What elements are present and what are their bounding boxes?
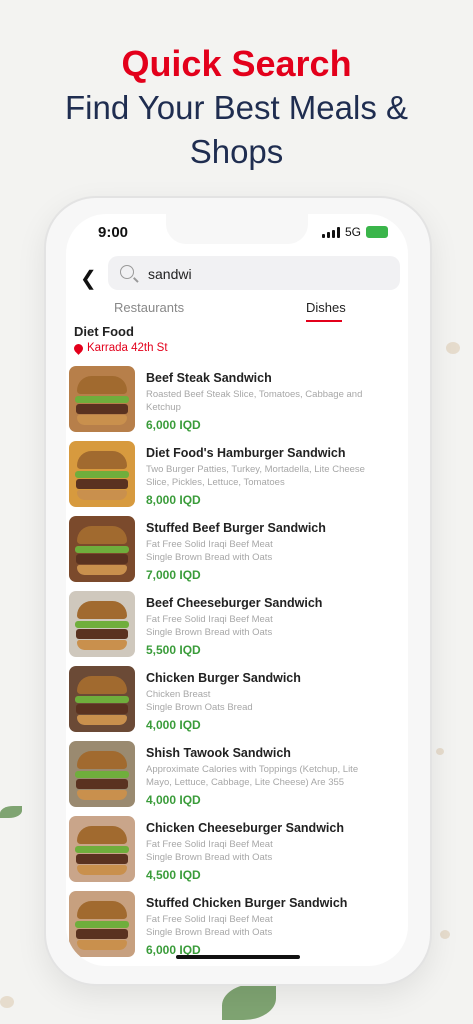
dish-description: Fat Free Solid Iraqi Beef Meat Single Bro… — [146, 614, 273, 638]
restaurant-location: Karrada 42th St — [72, 341, 168, 355]
dish-description: Two Burger Patties, Turkey, Mortadella, … — [146, 464, 365, 488]
home-indicator[interactable] — [176, 955, 300, 959]
headline-accent: Quick Search — [121, 43, 352, 84]
search-icon — [120, 265, 134, 279]
dish-price: 4,500 IQD — [146, 868, 201, 882]
dish-item[interactable]: Beef Cheeseburger Sandwich Fat Free Solid… — [66, 589, 408, 664]
dish-description: Fat Free Solid Iraqi Beef Meat Single Bro… — [146, 839, 273, 863]
dish-name: Stuffed Chicken Burger Sandwich — [146, 896, 348, 910]
dish-item[interactable]: Diet Food's Hamburger Sandwich Two Burger… — [66, 439, 408, 514]
dish-price: 7,000 IQD — [146, 568, 201, 582]
dish-name: Chicken Burger Sandwich — [146, 671, 301, 685]
dish-price: 8,000 IQD — [146, 493, 201, 507]
dish-item[interactable]: Stuffed Chicken Burger Sandwich Fat Free … — [66, 889, 408, 964]
back-icon[interactable]: ❮ — [80, 266, 97, 291]
dish-name: Chicken Cheeseburger Sandwich — [146, 821, 344, 835]
dish-name: Stuffed Beef Burger Sandwich — [146, 521, 326, 535]
decor-crumb — [446, 342, 460, 354]
dish-name: Shish Tawook Sandwich — [146, 746, 291, 760]
dish-image — [69, 441, 135, 507]
dish-item[interactable]: Chicken Cheeseburger Sandwich Fat Free So… — [66, 814, 408, 889]
headline-line-2: Shops — [189, 133, 284, 170]
dish-name: Diet Food's Hamburger Sandwich — [146, 446, 346, 460]
phone-screen: 9:00 5G ❮ Restaurants Dishes Diet Food K… — [66, 214, 408, 966]
dish-image — [69, 591, 135, 657]
dish-description: Fat Free Solid Iraqi Beef Meat Single Bro… — [146, 539, 273, 563]
dish-name: Beef Cheeseburger Sandwich — [146, 596, 323, 610]
search-input[interactable] — [146, 256, 390, 292]
dish-item[interactable]: Shish Tawook Sandwich Approximate Calorie… — [66, 739, 408, 814]
dish-image — [69, 891, 135, 957]
dish-name: Beef Steak Sandwich — [146, 371, 272, 385]
restaurant-name: Diet Food — [74, 324, 134, 339]
battery-icon — [366, 226, 388, 238]
dish-price: 4,000 IQD — [146, 718, 201, 732]
dish-description: Roasted Beef Steak Slice, Tomatoes, Cabb… — [146, 389, 363, 413]
headline: Quick Search Find Your Best Meals & Shop… — [0, 42, 473, 174]
status-time: 9:00 — [98, 224, 129, 241]
dish-image — [69, 366, 135, 432]
dish-price: 4,000 IQD — [146, 793, 201, 807]
dish-price: 5,500 IQD — [146, 643, 201, 657]
active-tab-indicator — [306, 320, 342, 322]
dish-image — [69, 816, 135, 882]
dish-item[interactable]: Beef Steak Sandwich Roasted Beef Steak Sl… — [66, 364, 408, 439]
search-bar — [108, 256, 400, 292]
notch — [166, 214, 308, 244]
dish-description: Approximate Calories with Toppings (Ketc… — [146, 764, 359, 788]
dish-description: Chicken Breast Single Brown Oats Bread — [146, 689, 253, 713]
signal-icon — [321, 226, 340, 238]
dish-item[interactable]: Stuffed Beef Burger Sandwich Fat Free Sol… — [66, 514, 408, 589]
restaurant-location-text: Karrada 42th St — [87, 342, 168, 354]
location-pin-icon — [72, 341, 85, 355]
decor-leaf — [0, 806, 22, 818]
tab-restaurants[interactable]: Restaurants — [114, 300, 184, 315]
dish-image — [69, 666, 135, 732]
tab-dishes[interactable]: Dishes — [306, 300, 346, 315]
status-icons: 5G — [321, 225, 388, 239]
dish-image — [69, 516, 135, 582]
decor-crumb — [436, 748, 444, 755]
network-label: 5G — [344, 225, 361, 239]
dish-item[interactable]: Chicken Burger Sandwich Chicken Breast Sin… — [66, 664, 408, 739]
dish-list: Beef Steak Sandwich Roasted Beef Steak Sl… — [66, 364, 408, 964]
dish-image — [69, 741, 135, 807]
decor-crumb — [0, 996, 14, 1008]
dish-price: 6,000 IQD — [146, 418, 201, 432]
decor-crumb — [440, 930, 450, 939]
headline-line-1: Find Your Best Meals & — [64, 89, 409, 126]
dish-description: Fat Free Solid Iraqi Beef Meat Single Bro… — [146, 914, 273, 938]
decor-leaf — [222, 984, 276, 1020]
